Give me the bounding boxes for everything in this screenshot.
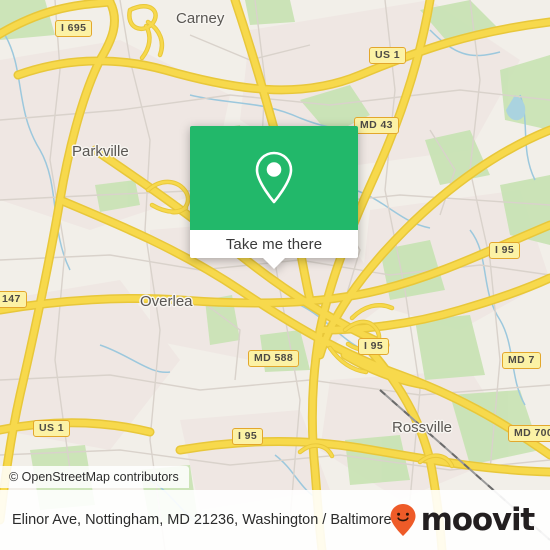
moovit-logo[interactable]: moovit — [389, 501, 536, 538]
callout-footer[interactable]: Take me there — [190, 230, 358, 269]
road-shield-us1: US 1 — [369, 47, 406, 64]
take-me-there-label: Take me there — [225, 235, 323, 253]
callout-header — [190, 126, 358, 230]
road-shield-us1: US 1 — [33, 420, 70, 437]
moovit-wordmark: moovit — [420, 501, 536, 538]
road-shield-md7: MD 7 — [502, 352, 541, 369]
road-shield-md43: MD 43 — [354, 117, 399, 134]
screenshot-root: Carney Parkville Overlea Rossville I 695… — [0, 0, 550, 550]
road-shield-i95: I 95 — [358, 338, 390, 355]
callout-tail — [263, 258, 285, 269]
map-pin-icon — [255, 151, 293, 204]
road-shield-md588: MD 588 — [248, 350, 300, 367]
osm-attribution[interactable]: © OpenStreetMap contributors — [0, 466, 189, 488]
bottom-info-bar: Elinor Ave, Nottingham, MD 21236, Washin… — [0, 490, 550, 550]
road-shield-147: 147 — [0, 291, 27, 308]
location-callout-card[interactable]: Take me there — [190, 126, 358, 269]
road-shield-i695: I 695 — [55, 20, 93, 37]
road-shield-i95: I 95 — [232, 428, 264, 445]
road-shield-md700: MD 700 — [508, 425, 550, 442]
road-shield-i95: I 95 — [489, 242, 521, 259]
moovit-pin-icon — [390, 504, 416, 536]
address-text: Elinor Ave, Nottingham, MD 21236, Washin… — [12, 511, 392, 528]
